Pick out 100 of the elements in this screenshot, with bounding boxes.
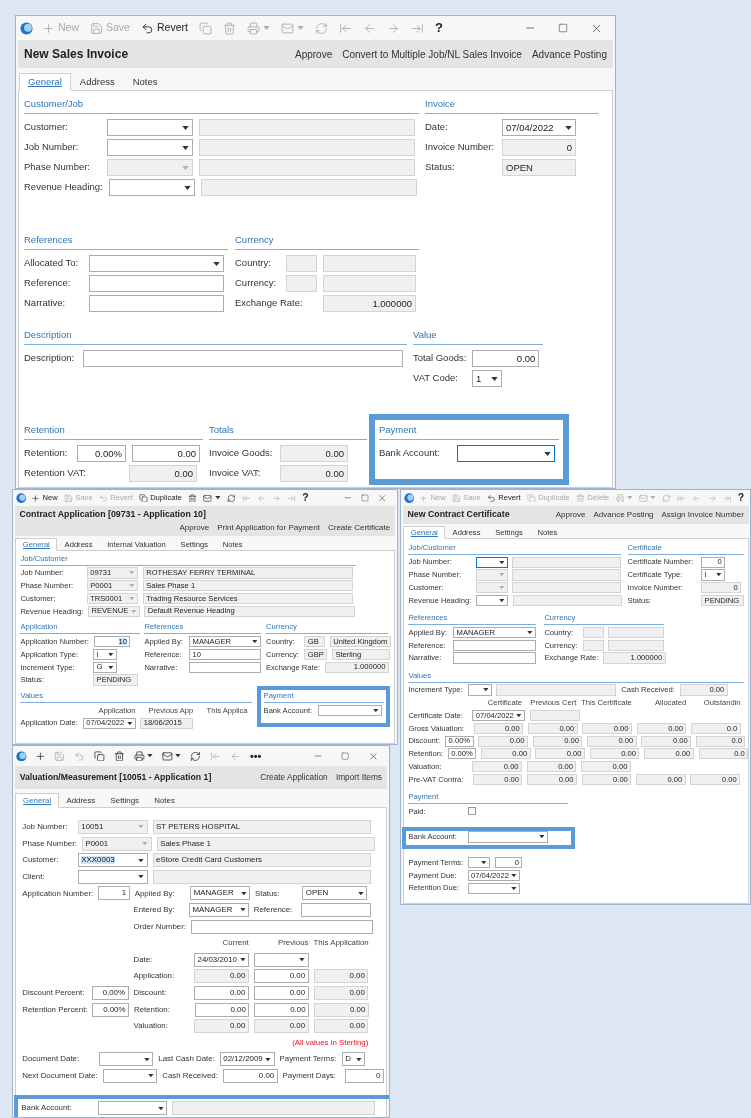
input-field[interactable]: 0.00% [77,445,126,462]
dropdown-field[interactable] [467,684,492,696]
caret-icon [129,571,135,575]
undo-icon [487,493,496,503]
caret-icon [716,573,722,577]
dropdown-field[interactable] [107,119,193,136]
input-field[interactable]: 0.00 [472,350,540,367]
maximize-icon[interactable] [360,494,369,502]
arrow-to-end-icon [410,21,424,35]
toolbar-button[interactable]: ? [736,490,746,506]
input-field[interactable] [301,902,371,918]
toolbar-button[interactable]: ••• [248,748,263,764]
arrow-to-start-icon [338,21,352,35]
dropdown-field[interactable] [89,255,224,272]
dropdown-field[interactable] [107,139,193,156]
toolbar-button[interactable] [112,748,127,764]
action-link[interactable]: Approve [179,521,210,534]
toolbar-button[interactable] [132,748,155,764]
toolbar-button[interactable] [92,748,107,764]
input-field[interactable] [453,652,537,664]
field-label: Country: [235,256,272,271]
caret-icon [129,596,135,601]
toolbar-button[interactable]: ? [300,490,311,506]
dropdown-field[interactable] [108,179,195,196]
arrow-to-end-icon [287,493,296,503]
close-icon[interactable] [376,492,387,504]
action-link[interactable]: Assign Invoice Number [661,508,744,521]
caret-icon [544,451,551,456]
dropdown-field[interactable]: 1 [472,370,502,387]
app-logo-icon [20,21,33,35]
save-icon [90,21,103,35]
dropdown-field[interactable] [475,556,508,568]
input-field[interactable] [453,639,537,651]
tab[interactable]: General [19,73,71,91]
input-field[interactable] [89,295,224,312]
caret-icon [142,842,149,846]
action-link[interactable]: Advance Posting [593,508,654,521]
left-arrow-icon [256,493,266,503]
copy-icon [526,493,536,503]
input-field[interactable] [190,919,373,934]
caret-icon [175,754,182,758]
field-label: Revenue Heading: [24,180,103,195]
action-link[interactable]: Approve [555,508,586,521]
caret-icon [108,665,114,669]
dropdown-field[interactable] [317,704,382,716]
dropdown-field[interactable] [77,869,148,884]
toolbar-button[interactable]: ? [432,19,445,37]
refresh-icon [226,493,236,503]
input-field: 1.000000 [323,295,416,312]
close-icon[interactable] [367,750,379,762]
printer-icon [246,21,260,35]
input-field: 0.00 [280,465,348,482]
caret-icon [240,891,247,896]
action-link[interactable]: Advance Posting [531,46,607,62]
dropdown-field[interactable] [476,594,509,607]
toolbar-button[interactable]: Revert [138,19,190,37]
input-field: OPEN [502,159,576,176]
action-link[interactable]: Create Application [260,771,328,784]
action-link[interactable]: Create Certificate [327,521,391,534]
action-link[interactable]: Print Application for Payment [217,521,320,534]
envelope-icon [162,750,173,762]
tab[interactable]: Notes [123,73,167,91]
action-link[interactable]: Convert to Multiple Job/NL Sales Invoice [342,46,522,62]
action-link[interactable]: Import Items [335,771,382,784]
action-link[interactable]: Approve [294,46,333,62]
trash-icon [188,493,197,503]
copy-icon [138,493,148,503]
input-field[interactable] [189,661,262,673]
refresh-icon [190,750,202,762]
dropdown-field[interactable] [467,831,548,843]
input-field[interactable] [89,275,224,292]
caret-icon [516,713,522,718]
maximize-icon[interactable] [558,23,568,33]
caret-icon [538,835,545,839]
dropdown-field[interactable]: 07/04/2022 [502,119,576,136]
caret-icon [626,496,633,500]
tab[interactable]: Address [70,73,124,91]
dropdown-field[interactable] [102,1068,158,1083]
field-label: Customer: [24,120,69,135]
caret-icon [498,573,505,577]
app-logo-icon [16,750,28,762]
checkbox[interactable] [467,807,476,816]
maximize-icon[interactable] [341,751,350,761]
section-heading: Totals [209,424,367,440]
dropdown-field[interactable] [467,856,491,869]
dropdown-field[interactable] [457,445,555,462]
dropdown-field[interactable] [97,1101,168,1116]
caret-icon [481,860,487,865]
caret-icon [499,598,505,603]
caret-icon [491,376,498,381]
caret-icon [357,891,364,896]
input-field[interactable] [83,350,403,367]
dropdown-field[interactable] [98,1052,154,1067]
input-field[interactable]: 0.00 [132,445,200,462]
app-logo-icon [404,492,415,504]
section-heading: Customer/Job [24,98,419,114]
caret-icon [214,496,221,500]
dropdown-field[interactable] [253,952,309,967]
caret-icon [252,640,258,644]
dropdown-field[interactable] [467,882,521,894]
